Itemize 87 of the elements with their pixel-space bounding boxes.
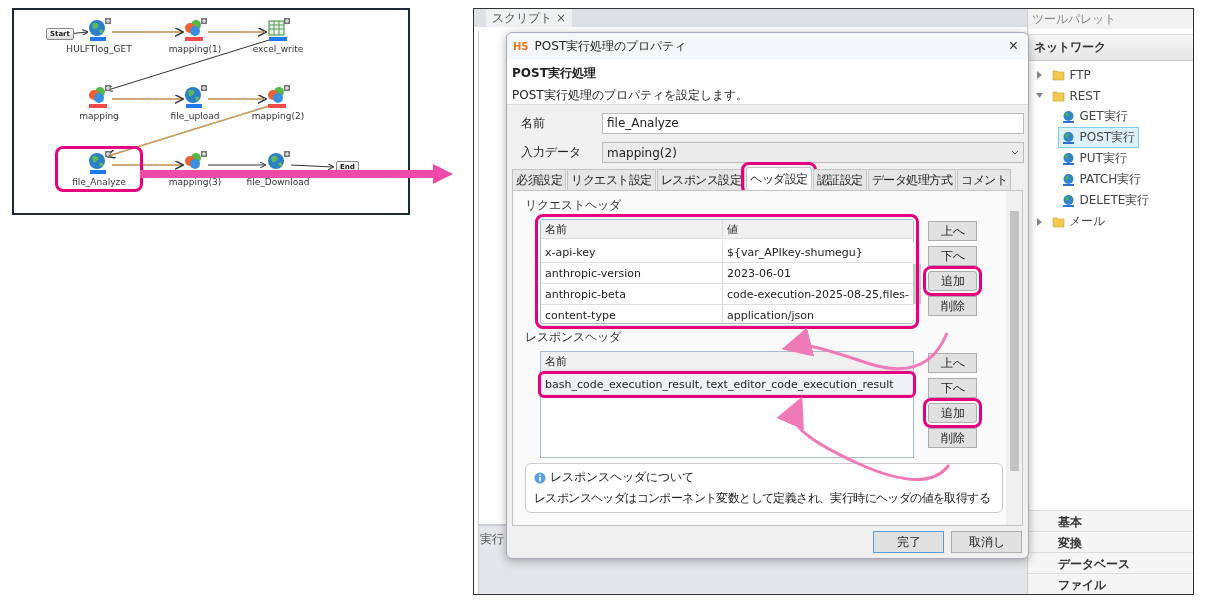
tree-item[interactable]: POST実行 (1058, 127, 1140, 148)
folder-item[interactable]: メール (1048, 211, 1110, 232)
palette-category[interactable]: データベース (1028, 552, 1193, 573)
side-button[interactable]: 削除 (928, 428, 977, 448)
tab-close-button[interactable]: × (556, 11, 567, 25)
globe-icon (1062, 152, 1076, 165)
globe-icon (1062, 110, 1076, 123)
globe-icon (1062, 194, 1076, 207)
node-label: mapping(1) (168, 44, 222, 54)
mapper-icon (86, 85, 112, 109)
scrollbar[interactable] (1006, 191, 1022, 525)
node-label: mapping (79, 111, 119, 121)
table-cell-text: bash_code_execution_result, text_editor_code_execution_result (544, 377, 895, 391)
field-label: 名前 (521, 115, 546, 132)
column-header: 名前 (544, 354, 568, 370)
scrollbar[interactable] (912, 242, 921, 326)
info-title: レスポンスヘッダについて (534, 469, 994, 486)
node-label: excel_write (252, 44, 304, 54)
column-header: 値 (726, 222, 739, 238)
dialog-heading: POST実行処理 (512, 65, 597, 82)
tree-item[interactable]: DELETE実行 (1058, 190, 1154, 211)
node-label: mapping(2) (251, 111, 305, 121)
side-button[interactable]: 下へ (928, 378, 977, 398)
globe-icon (86, 18, 112, 42)
connector-arrow (207, 161, 267, 169)
globe-icon (1062, 173, 1076, 186)
tab[interactable]: 認証設定 (812, 169, 867, 190)
section-title: リクエストヘッダ (525, 197, 622, 214)
app-logo: HS (513, 40, 529, 52)
info-text: レスポンスヘッダはコンポーネント変数として定義され、実行時にヘッダの値を取得する (534, 490, 990, 507)
folder-item[interactable]: FTP (1048, 65, 1095, 84)
tab[interactable]: データ処理方式 (867, 169, 956, 190)
column-header: 名前 (541, 220, 723, 238)
mapper-icon (182, 18, 208, 42)
finish-button[interactable]: 完了 (873, 531, 944, 553)
globe-icon (1062, 131, 1076, 144)
node-label: mapping(3) (168, 177, 222, 187)
tree-item[interactable]: PUT実行 (1058, 148, 1131, 169)
palette-category[interactable]: 変換 (1028, 531, 1193, 552)
node-label: file_upload (170, 111, 220, 121)
mapper-icon (265, 85, 291, 109)
globe-icon (182, 85, 208, 109)
spreadsheet-icon (265, 18, 291, 42)
table-cell-text: 2023-06-01 (726, 266, 792, 280)
tab[interactable]: 必須設定 (512, 169, 566, 190)
close-button[interactable]: × (1004, 37, 1022, 55)
table-cell-text: ${var_APIkey-shumegu} (726, 245, 864, 259)
dialog-description: POST実行処理のプロパティを設定します。 (512, 87, 749, 104)
tab[interactable]: リクエスト設定 (567, 169, 656, 190)
cancel-button[interactable]: 取消し (951, 531, 1022, 553)
table-cell-text: application/json (726, 308, 815, 322)
folder-item[interactable]: REST (1048, 86, 1105, 105)
tree-item[interactable]: PATCH実行 (1058, 169, 1146, 190)
panel-tab[interactable]: 実行 (479, 530, 505, 549)
connector-arrow (290, 163, 335, 171)
table-cell: anthropic-version (541, 263, 723, 283)
palette-title: ツールパレット (1028, 9, 1193, 29)
globe-icon (86, 151, 112, 175)
section-title: レスポンスヘッダ (525, 329, 622, 346)
dialog-title: POST実行処理のプロパティ (534, 37, 688, 55)
side-button[interactable]: 上へ (928, 353, 977, 373)
tab[interactable]: レスポンス設定 (656, 169, 745, 190)
collapse-arrow-icon[interactable] (1036, 91, 1045, 100)
table-cell: anthropic-beta (541, 284, 723, 304)
field-label: 入力データ (521, 144, 582, 161)
node-label: HULFTlog_GET (66, 44, 132, 54)
folder-icon (1052, 215, 1066, 228)
side-button[interactable]: 下へ (928, 246, 977, 266)
node-label: file_Analyze (72, 177, 126, 187)
palette-category[interactable]: ファイル (1028, 573, 1193, 594)
editor-tab[interactable]: スクリプト × (486, 9, 573, 27)
table-cell: x-api-key (541, 242, 723, 262)
folder-icon (1052, 89, 1066, 102)
select-field[interactable]: mapping(2) (602, 142, 1024, 163)
side-button[interactable]: 削除 (928, 296, 977, 316)
tree-item[interactable]: GET実行 (1058, 106, 1132, 127)
palette-section[interactable]: ネットワーク (1028, 34, 1193, 61)
folder-icon (1052, 68, 1066, 81)
table-cell-text: code-execution-2025-08-25,files- (726, 287, 910, 301)
caret-icon (1011, 150, 1019, 155)
table-cell: content-type (541, 305, 723, 325)
node-label: file_Download (246, 177, 310, 187)
tab[interactable]: コメント (957, 169, 1011, 190)
info-icon (534, 471, 546, 484)
input-field[interactable]: file_Analyze (602, 113, 1024, 134)
side-button[interactable]: 上へ (928, 221, 977, 241)
palette-category[interactable]: 基本 (1028, 510, 1193, 531)
